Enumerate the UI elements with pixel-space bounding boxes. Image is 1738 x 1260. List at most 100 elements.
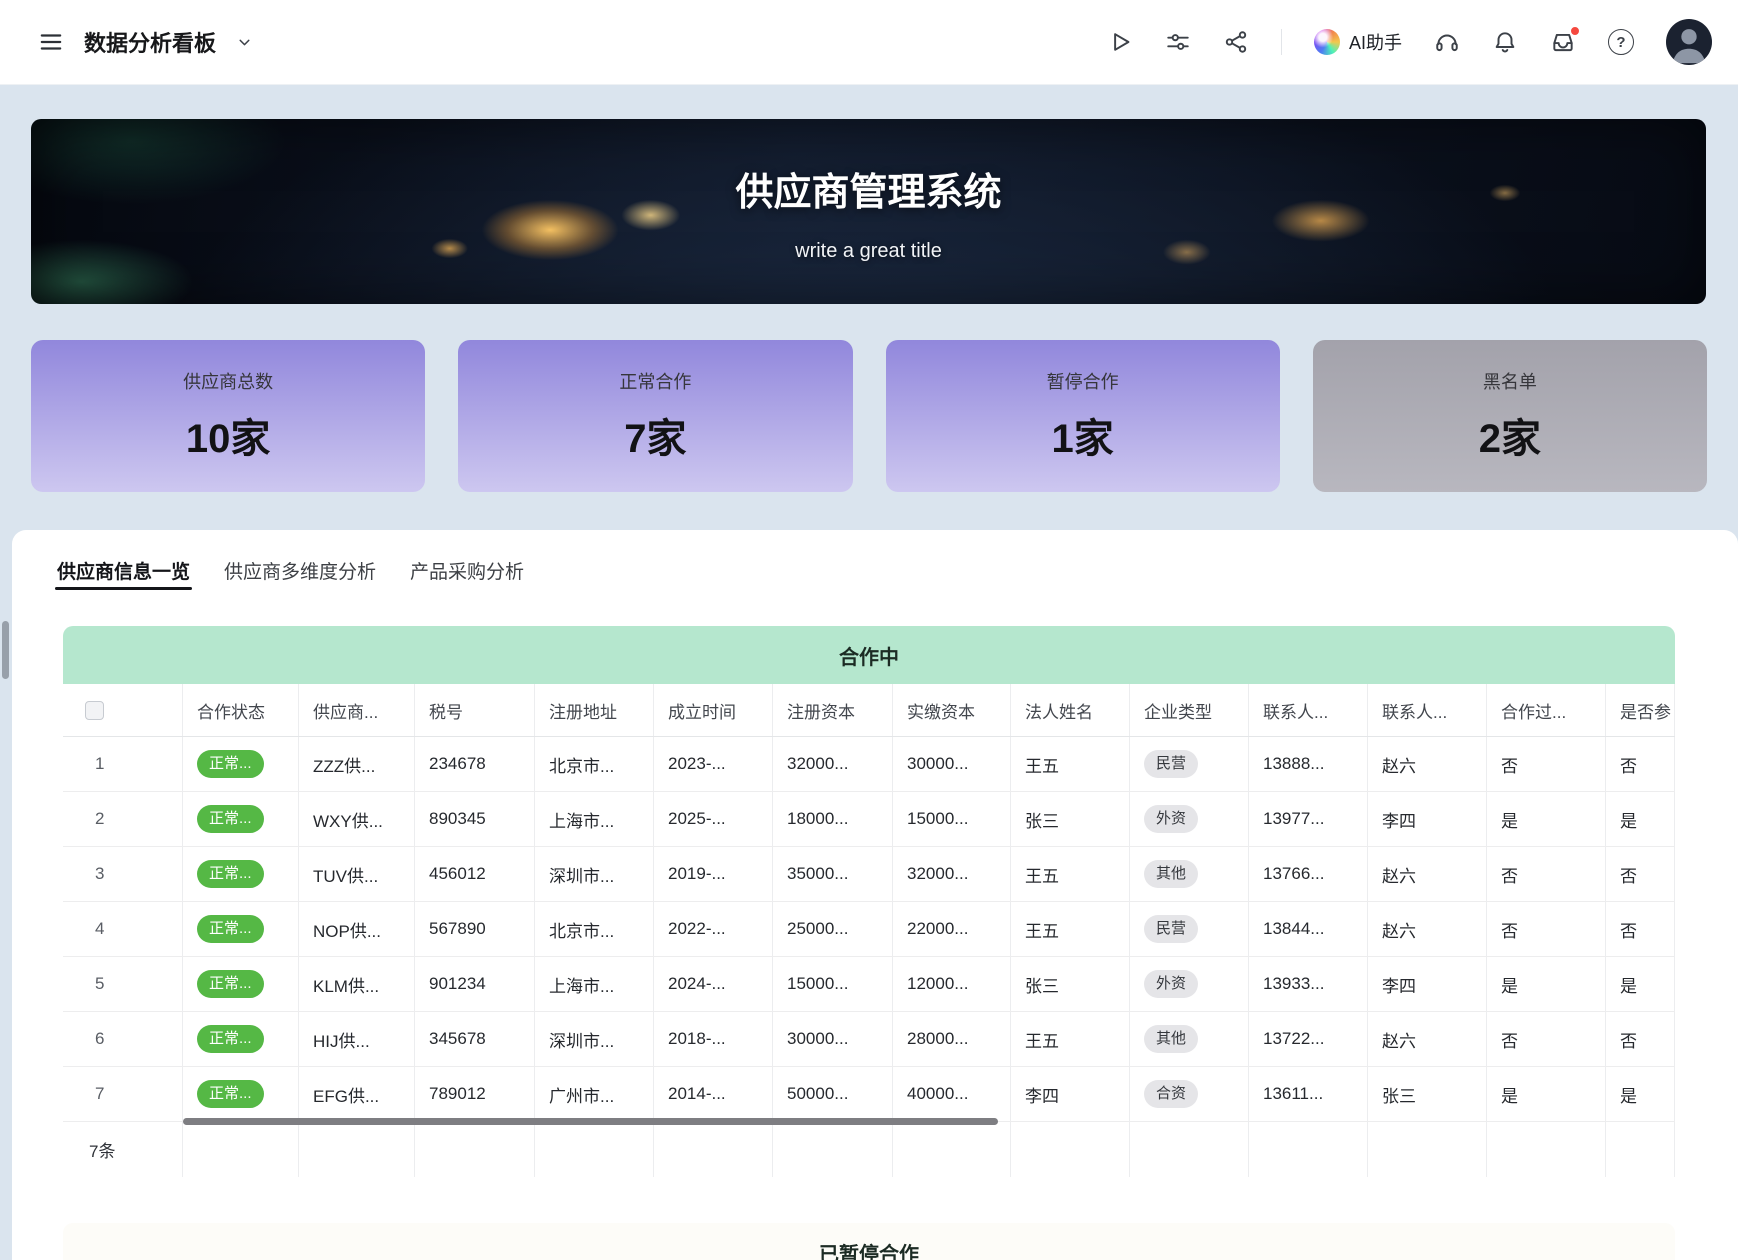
company-type-cell: 其他 bbox=[1130, 1012, 1249, 1066]
column-header[interactable]: 实缴资本 bbox=[893, 684, 1011, 736]
vertical-scrollbar[interactable] bbox=[2, 621, 9, 679]
cooperated-cell: 是 bbox=[1487, 792, 1606, 846]
table-row[interactable]: 1正常...ZZZ供...234678北京市...2023-...32000..… bbox=[63, 737, 1675, 792]
help-icon[interactable]: ? bbox=[1608, 29, 1634, 55]
status-badge: 正常... bbox=[197, 970, 264, 998]
stat-card-blacklist[interactable]: 黑名单 2家 bbox=[1313, 340, 1707, 492]
paused-group-header: 已暂停合作 bbox=[63, 1223, 1675, 1260]
contact-name-cell: 赵六 bbox=[1368, 847, 1487, 901]
cooperated-cell: 是 bbox=[1487, 1067, 1606, 1121]
footer-cell bbox=[299, 1122, 415, 1177]
table-row[interactable]: 2正常...WXY供...890345上海市...2025-...18000..… bbox=[63, 792, 1675, 847]
tab-supplier-analysis[interactable]: 供应商多维度分析 bbox=[222, 542, 378, 590]
table-footer-row: 7条 bbox=[63, 1122, 1675, 1177]
row-index: 7 bbox=[63, 1067, 183, 1121]
column-header[interactable]: 是否参 bbox=[1606, 684, 1675, 736]
record-count: 7条 bbox=[63, 1122, 183, 1177]
row-index: 4 bbox=[63, 902, 183, 956]
hero-title: 供应商管理系统 bbox=[735, 161, 1001, 216]
table-row[interactable]: 6正常...HIJ供...345678深圳市...2018-...30000..… bbox=[63, 1012, 1675, 1067]
address-cell: 上海市... bbox=[535, 792, 654, 846]
paid-capital-cell: 12000... bbox=[893, 957, 1011, 1011]
company-type-badge: 其他 bbox=[1144, 1025, 1198, 1053]
ai-assistant-button[interactable]: AI助手 bbox=[1314, 29, 1402, 55]
horizontal-scrollbar[interactable] bbox=[183, 1118, 998, 1125]
play-present-icon[interactable] bbox=[1107, 29, 1133, 55]
column-header[interactable]: 法人姓名 bbox=[1011, 684, 1130, 736]
topbar-left: 数据分析看板 bbox=[38, 26, 253, 58]
table-row[interactable]: 4正常...NOP供...567890北京市...2022-...25000..… bbox=[63, 902, 1675, 957]
row-index: 6 bbox=[63, 1012, 183, 1066]
content-panel: 供应商信息一览 供应商多维度分析 产品采购分析 合作中 合作状态供应商...税号… bbox=[12, 530, 1738, 1260]
participates-cell: 否 bbox=[1606, 847, 1675, 901]
participates-cell: 否 bbox=[1606, 1012, 1675, 1066]
company-type-badge: 其他 bbox=[1144, 860, 1198, 888]
footer-cell bbox=[183, 1122, 299, 1177]
stat-card-total-suppliers[interactable]: 供应商总数 10家 bbox=[31, 340, 425, 492]
company-type-badge: 民营 bbox=[1144, 750, 1198, 778]
supplier-cell: EFG供... bbox=[299, 1067, 415, 1121]
registered-capital-cell: 15000... bbox=[773, 957, 893, 1011]
cooperation-status-cell: 正常... bbox=[183, 1012, 299, 1066]
contact-phone-cell: 13844... bbox=[1249, 902, 1368, 956]
registered-capital-cell: 50000... bbox=[773, 1067, 893, 1121]
column-header[interactable]: 注册资本 bbox=[773, 684, 893, 736]
cooperating-table-card: 合作中 合作状态供应商...税号注册地址成立时间注册资本实缴资本法人姓名企业类型… bbox=[63, 626, 1675, 1177]
contact-phone-cell: 13722... bbox=[1249, 1012, 1368, 1066]
inbox-icon[interactable] bbox=[1550, 29, 1576, 55]
registered-capital-cell: 35000... bbox=[773, 847, 893, 901]
stat-card-normal-cooperation[interactable]: 正常合作 7家 bbox=[458, 340, 852, 492]
cooperated-cell: 否 bbox=[1487, 902, 1606, 956]
stat-value: 1家 bbox=[1052, 406, 1114, 464]
company-type-badge: 外资 bbox=[1144, 970, 1198, 998]
column-header[interactable]: 税号 bbox=[415, 684, 535, 736]
founded-cell: 2019-... bbox=[654, 847, 773, 901]
company-type-badge: 外资 bbox=[1144, 805, 1198, 833]
paid-capital-cell: 15000... bbox=[893, 792, 1011, 846]
chevron-down-icon[interactable] bbox=[236, 34, 253, 51]
paid-capital-cell: 28000... bbox=[893, 1012, 1011, 1066]
participates-cell: 是 bbox=[1606, 1067, 1675, 1121]
table-row[interactable]: 7正常...EFG供...789012广州市...2014-...50000..… bbox=[63, 1067, 1675, 1122]
notifications-bell-icon[interactable] bbox=[1492, 29, 1518, 55]
select-all-cell bbox=[63, 684, 183, 736]
contact-name-cell: 李四 bbox=[1368, 792, 1487, 846]
ai-assistant-icon bbox=[1314, 29, 1340, 55]
share-icon[interactable] bbox=[1223, 29, 1249, 55]
column-header[interactable]: 成立时间 bbox=[654, 684, 773, 736]
column-header[interactable]: 企业类型 bbox=[1130, 684, 1249, 736]
cooperated-cell: 是 bbox=[1487, 957, 1606, 1011]
coop-header-row: 合作状态供应商...税号注册地址成立时间注册资本实缴资本法人姓名企业类型联系人.… bbox=[63, 684, 1675, 737]
status-badge: 正常... bbox=[197, 860, 264, 888]
column-header[interactable]: 联系人... bbox=[1249, 684, 1368, 736]
stat-value: 2家 bbox=[1479, 406, 1541, 464]
tax-id-cell: 890345 bbox=[415, 792, 535, 846]
column-header[interactable]: 供应商... bbox=[299, 684, 415, 736]
hero-subtitle[interactable]: write a great title bbox=[795, 240, 942, 263]
headset-support-icon[interactable] bbox=[1434, 29, 1460, 55]
company-type-cell: 其他 bbox=[1130, 847, 1249, 901]
participates-cell: 是 bbox=[1606, 957, 1675, 1011]
stat-card-paused-cooperation[interactable]: 暂停合作 1家 bbox=[886, 340, 1280, 492]
column-header[interactable]: 联系人... bbox=[1368, 684, 1487, 736]
footer-cell bbox=[654, 1122, 773, 1177]
tab-supplier-overview[interactable]: 供应商信息一览 bbox=[55, 542, 192, 590]
contact-name-cell: 赵六 bbox=[1368, 737, 1487, 791]
address-cell: 北京市... bbox=[535, 902, 654, 956]
cooperation-status-cell: 正常... bbox=[183, 902, 299, 956]
select-all-checkbox[interactable] bbox=[85, 701, 104, 720]
founded-cell: 2014-... bbox=[654, 1067, 773, 1121]
table-row[interactable]: 3正常...TUV供...456012深圳市...2019-...35000..… bbox=[63, 847, 1675, 902]
topbar-right: AI助手 ? bbox=[1107, 19, 1712, 65]
hamburger-menu-icon[interactable] bbox=[38, 29, 64, 55]
footer-cell bbox=[415, 1122, 535, 1177]
user-avatar[interactable] bbox=[1666, 19, 1712, 65]
column-header[interactable]: 合作状态 bbox=[183, 684, 299, 736]
notification-dot bbox=[1570, 26, 1580, 36]
column-header[interactable]: 注册地址 bbox=[535, 684, 654, 736]
registered-capital-cell: 30000... bbox=[773, 1012, 893, 1066]
table-row[interactable]: 5正常...KLM供...901234上海市...2024-...15000..… bbox=[63, 957, 1675, 1012]
settings-sliders-icon[interactable] bbox=[1165, 29, 1191, 55]
column-header[interactable]: 合作过... bbox=[1487, 684, 1606, 736]
tab-procurement-analysis[interactable]: 产品采购分析 bbox=[408, 542, 526, 590]
